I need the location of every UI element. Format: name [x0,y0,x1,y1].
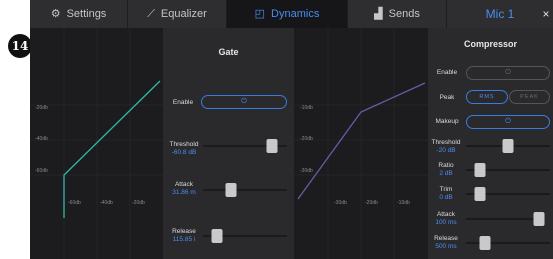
comp-threshold-slider[interactable] [466,139,550,153]
slider-thumb[interactable] [474,187,486,201]
comp-enable-label: Enable [436,69,458,76]
gate-threshold-value: -60.8 dB [171,149,197,156]
ratio-label: Ratio 2 dB [429,162,463,178]
gate-panel: Gate Enable ⏻ Threshold -60.8 dB Attack … [163,28,294,259]
comp-enable-toggle[interactable]: ⏻ [466,66,550,80]
slider-thumb[interactable] [474,163,486,177]
comp-x-label: -20db [365,200,378,206]
sends-icon: ▟ [374,7,383,20]
gate-enable-toggle[interactable]: ⏻ [201,95,287,109]
gate-attack-value: 31.86 m [172,189,196,196]
gate-x-label: -20db [132,200,145,206]
trim-slider[interactable] [466,187,550,201]
compressor-graph-svg [294,28,428,259]
makeup-label: Makeup [435,118,459,125]
slider-thumb[interactable] [479,236,491,250]
gate-title: Gate [218,47,239,57]
comp-threshold-label: Threshold -20 dB [429,139,463,155]
tab-dynamics[interactable]: ◰ Dynamics [227,0,348,28]
gate-x-label: -60db [68,200,81,206]
gear-icon: ⚙ [50,7,61,20]
step-badge: 14 [8,34,32,58]
compressor-title: Compressor [463,39,517,49]
comp-threshold-value: -20 dB [436,147,456,154]
channel-selector[interactable]: Mic 1 [447,0,553,28]
tab-equalizer-label: Equalizer [160,8,207,20]
gate-enable-label: Enable [172,99,194,106]
tab-bar: ⚙ Settings ⟋ Equalizer ◰ Dynamics ▟ Send… [30,0,553,28]
gate-threshold-label: Threshold -60.8 dB [166,141,202,157]
comp-attack-value: 100 ms [435,219,457,226]
gate-curve [63,80,161,218]
slider-thumb[interactable] [502,139,514,153]
gate-x-label: -40db [100,200,113,206]
comp-attack-label: Attack 100 ms [429,211,463,227]
gate-release-label: Release 115.85 i [166,228,202,244]
power-icon: ⏻ [241,98,247,105]
comp-release-value: 500 ms [435,243,457,250]
compressor-panel: Compressor Enable ⏻ Peak RMS PEAK Makeup… [428,28,553,259]
equalizer-icon: ⟋ [147,7,155,20]
gate-threshold-slider[interactable] [203,139,287,153]
slider-thumb[interactable] [266,139,278,153]
gate-graph-svg [30,28,163,259]
trim-label: Trim 0 dB [429,186,463,202]
gate-y-label: -40db [35,136,48,142]
ratio-value: 2 dB [439,170,453,177]
comp-x-label: -30db [334,200,347,206]
dynamics-icon: ◰ [254,7,266,20]
comp-attack-slider[interactable] [466,212,544,226]
comp-y-label: -30db [300,168,313,174]
gate-release-slider[interactable] [203,229,287,243]
rms-button[interactable]: RMS [466,90,508,104]
trim-value: 0 dB [439,194,453,201]
dynamics-content: -20db -40db -60db -60db -40db -20db Gate… [30,28,553,259]
comp-release-slider[interactable] [466,236,550,250]
channel-label: Mic 1 [485,7,515,21]
gate-y-label: -60db [35,168,48,174]
comp-x-label: -10db [397,200,410,206]
tab-settings[interactable]: ⚙ Settings [30,0,128,28]
slider-thumb[interactable] [211,229,223,243]
gate-release-value: 115.85 i [172,236,196,243]
comp-y-label: -20db [300,136,313,142]
ratio-slider[interactable] [466,163,550,177]
tab-dynamics-label: Dynamics [271,8,320,20]
gate-y-label: -20db [35,105,48,111]
makeup-toggle[interactable]: ⏻ [466,115,550,129]
tab-equalizer[interactable]: ⟋ Equalizer [128,0,227,28]
compressor-graph: -10db -20db -30db -30db -20db -10db [294,28,428,259]
slider-thumb[interactable] [533,212,544,226]
slider-thumb[interactable] [225,183,237,197]
power-icon: ⏻ [505,118,511,125]
compressor-curve [297,82,426,200]
gate-attack-slider[interactable] [203,183,287,197]
power-icon: ⏻ [505,69,511,76]
close-icon[interactable]: × [539,0,553,28]
tab-settings-label: Settings [66,8,107,20]
comp-y-label: -10db [300,105,313,111]
tab-sends[interactable]: ▟ Sends [348,0,447,28]
comp-release-label: Release 500 ms [429,235,463,251]
gate-graph: -20db -40db -60db -60db -40db -20db [30,28,163,259]
peak-label: Peak [439,94,455,101]
gate-attack-label: Attack 31.86 m [166,181,202,197]
tab-sends-label: Sends [388,8,420,20]
peak-button[interactable]: PEAK [509,90,550,104]
